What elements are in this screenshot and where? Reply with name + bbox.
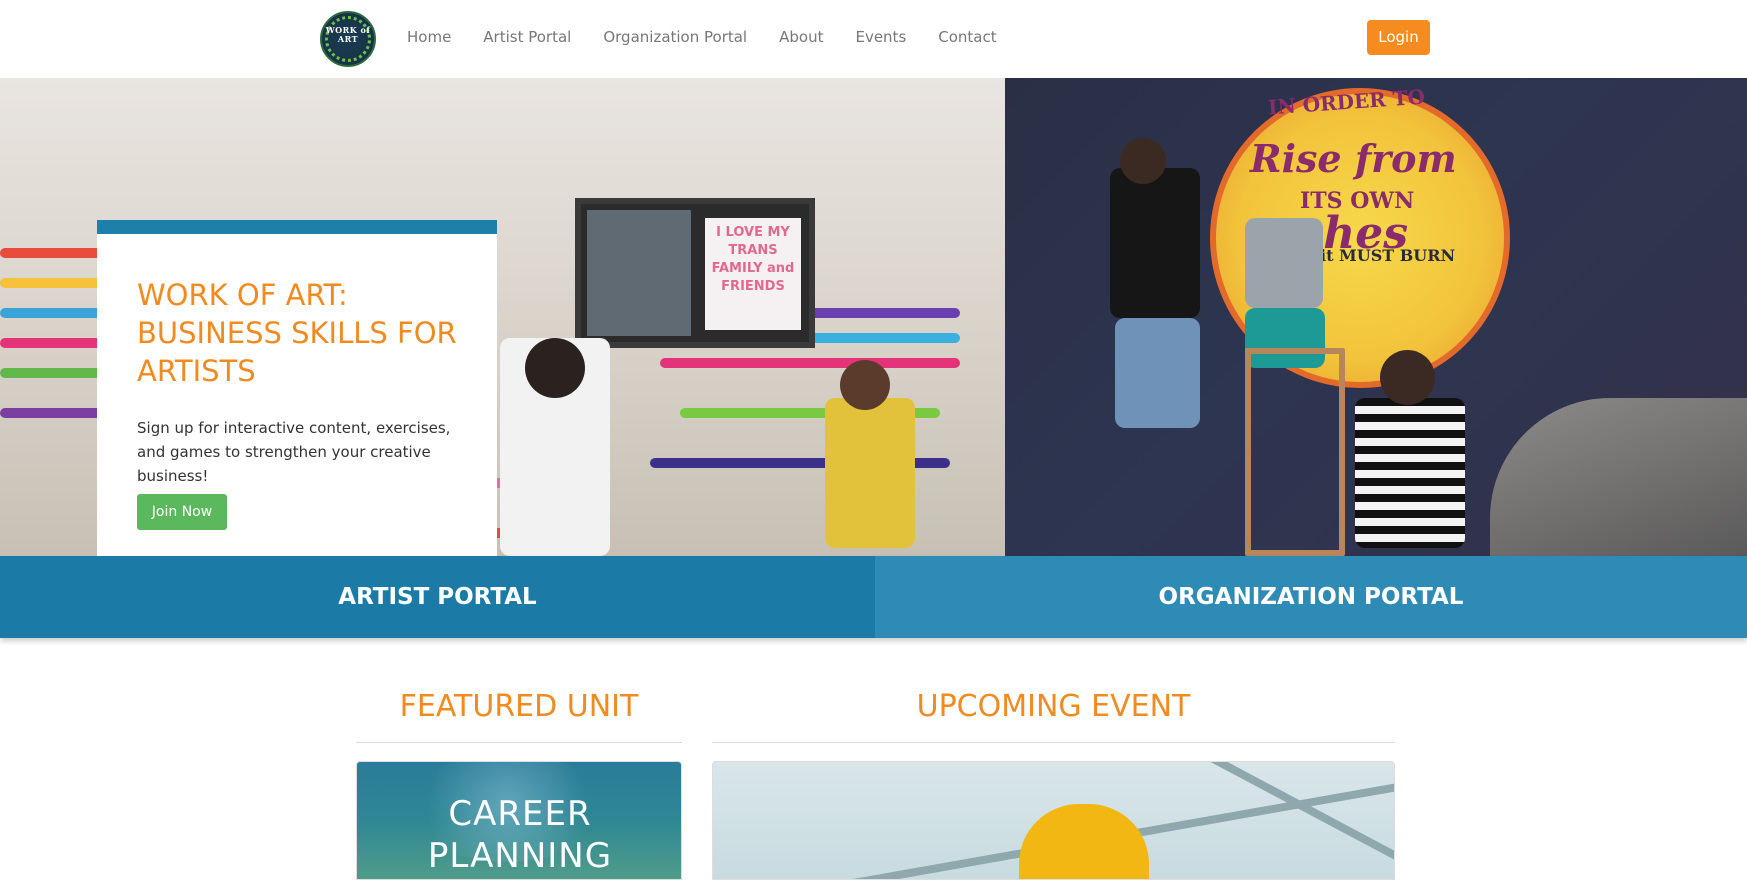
- logo-text: WORK of ART: [325, 25, 371, 44]
- login-button[interactable]: Login: [1367, 20, 1430, 55]
- nav-contact[interactable]: Contact: [938, 28, 996, 46]
- ladder: [1245, 348, 1345, 556]
- organization-portal-label: ORGANIZATION PORTAL: [1158, 584, 1464, 610]
- card-title-line-1: CAREER: [448, 794, 592, 834]
- window-pane: [587, 210, 691, 336]
- navbar: WORK of ART Home Artist Portal Organizat…: [0, 0, 1747, 78]
- person-black-tank: [1110, 168, 1200, 318]
- yellow-beanie: [1019, 804, 1149, 879]
- person-head: [525, 338, 585, 398]
- join-now-button[interactable]: Join Now: [137, 494, 227, 530]
- person-striped-shirt: [1355, 398, 1465, 548]
- mural-text: Rise from: [1250, 136, 1457, 181]
- card-title-line-2: PLANNING: [427, 836, 613, 876]
- nav-artist-portal[interactable]: Artist Portal: [483, 28, 571, 46]
- hero-banner: I LOVE MY TRANS FAMILY and FRIENDS IN OR…: [0, 78, 1747, 556]
- nav-events[interactable]: Events: [855, 28, 906, 46]
- house-window: I LOVE MY TRANS FAMILY and FRIENDS: [575, 198, 815, 348]
- organization-portal-button[interactable]: ORGANIZATION PORTAL: [875, 556, 1747, 638]
- mural-text: it MUST BURN: [1320, 246, 1456, 265]
- upcoming-event-title: UPCOMING EVENT: [916, 689, 1191, 724]
- mural-stripe: [660, 358, 960, 368]
- artist-portal-label: ARTIST PORTAL: [338, 584, 537, 610]
- upcoming-event-card[interactable]: [712, 761, 1395, 880]
- window-sign: I LOVE MY TRANS FAMILY and FRIENDS: [705, 218, 801, 330]
- person-yellow-top: [825, 398, 915, 548]
- work-of-art-logo[interactable]: WORK of ART: [320, 11, 376, 67]
- person-head: [840, 360, 890, 410]
- hero-title: WORK OF ART: BUSINESS SKILLS FOR ARTISTS: [137, 278, 457, 388]
- person-head: [1380, 350, 1435, 405]
- person-jeans: [1115, 318, 1200, 428]
- person-head: [1120, 138, 1166, 184]
- featured-divider: [356, 742, 682, 743]
- portal-bar: ARTIST PORTAL ORGANIZATION PORTAL: [0, 556, 1747, 638]
- hero-card: WORK OF ART: BUSINESS SKILLS FOR ARTISTS…: [97, 220, 497, 556]
- featured-unit-card[interactable]: CAREER PLANNING: [356, 761, 682, 880]
- artist-portal-button[interactable]: ARTIST PORTAL: [0, 556, 875, 638]
- person-gray-tank: [1245, 218, 1323, 308]
- tent-beam: [1148, 762, 1394, 870]
- featured-unit-title: FEATURED UNIT: [399, 689, 639, 724]
- upcoming-divider: [712, 742, 1395, 743]
- nav-home[interactable]: Home: [407, 28, 451, 46]
- nav-organization-portal[interactable]: Organization Portal: [603, 28, 747, 46]
- nav-links: Home Artist Portal Organization Portal A…: [407, 28, 1029, 46]
- nav-about[interactable]: About: [779, 28, 823, 46]
- hero-description: Sign up for interactive content, exercis…: [137, 419, 451, 485]
